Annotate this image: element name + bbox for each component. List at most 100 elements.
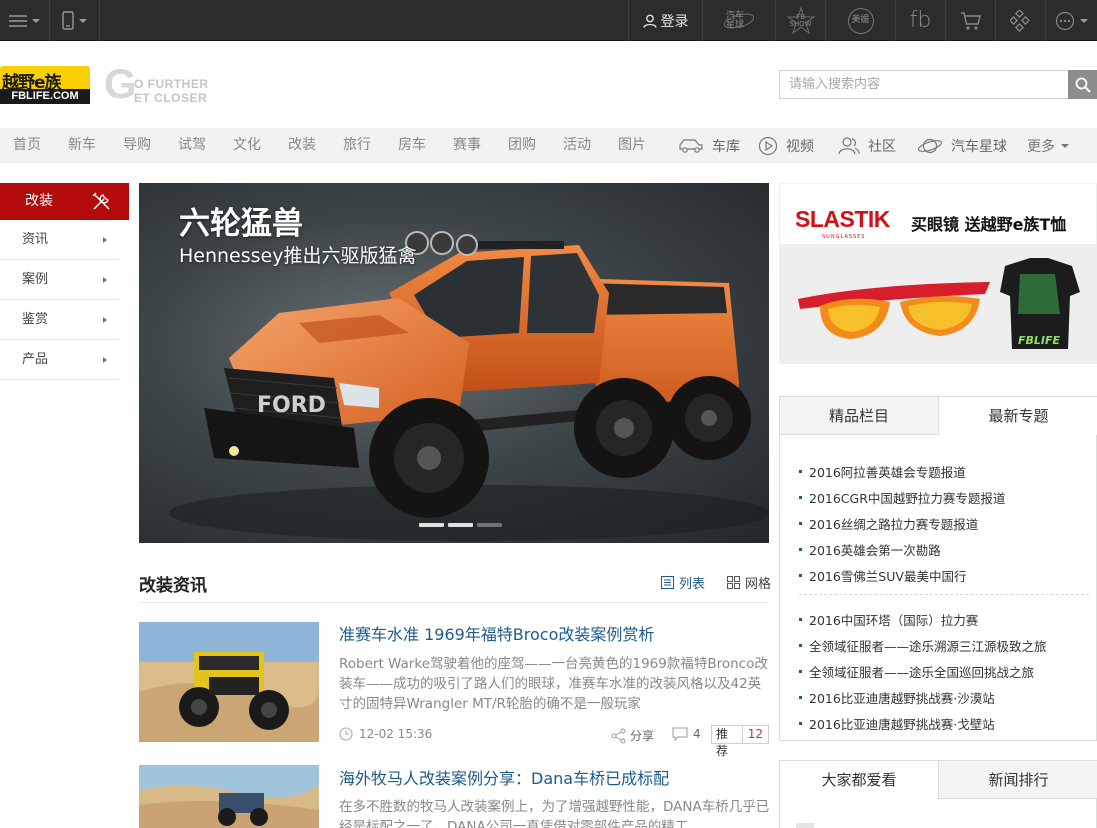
article-thumbnail[interactable] [139,622,319,742]
more-button[interactable] [1045,0,1097,41]
comments-button[interactable]: 4 [672,727,701,741]
chevron-down-icon [1080,18,1088,23]
topic-link[interactable]: 全领域征服者——途乐溯源三江源极致之旅 [799,636,1047,655]
search-button[interactable] [1068,70,1097,99]
nav-item-home[interactable]: 首页 [13,128,41,163]
article-title[interactable]: 海外牧马人改装案例分享：Dana车桥已成标配 [339,765,669,789]
nav-item-travel[interactable]: 旅行 [343,128,371,163]
sidebar-title: 改装 [25,193,53,209]
topic-label: 全领域征服者——途乐全国巡回挑战之旅 [809,665,1035,680]
carousel-dot[interactable] [419,523,444,527]
hero-title[interactable]: 六轮猛兽 [179,198,303,243]
nav-item-guide[interactable]: 导购 [123,128,151,163]
article-summary: Robert Warke驾驶着他的座驾——一台亮黄色的1969款福特Bronco… [339,656,768,712]
fb-show-label-2: SHOW [789,19,812,28]
topic-link[interactable]: 2016比亚迪唐越野挑战赛·戈壁站 [799,714,995,733]
topic-link[interactable]: 2016中国环塔（国际）拉力赛 [799,610,978,629]
fb-show-link[interactable]: FB SHOW [775,0,825,41]
topic-divider [799,594,1089,595]
sidebar-item-products[interactable]: 产品 [0,340,119,380]
play-icon [758,136,778,155]
article-thumbnail[interactable] [139,765,319,828]
main-nav: 首页 新车 导购 试驾 文化 改装 旅行 房车 赛事 团购 活动 图片 车库 视… [0,128,1097,163]
clock-icon [339,727,353,741]
carousel-dot[interactable] [448,523,473,527]
topic-link[interactable]: 2016阿拉善英雄会专题报道 [799,462,966,481]
login-button[interactable]: 登录 [628,0,702,41]
share-button[interactable]: 分享 [611,727,654,744]
sidebar-item-label: 鉴赏 [22,312,49,327]
topic-link[interactable]: 全领域征服者——途乐全国巡回挑战之旅 [799,662,1034,681]
nav-more-dropdown[interactable]: 更多 [1027,128,1069,163]
nav-item-group-buy[interactable]: 团购 [508,128,536,163]
nav-item-test-drive[interactable]: 试驾 [178,128,206,163]
hero-truck-logo: FORD [257,393,326,418]
topic-link[interactable]: 2016雪佛兰SUV最美中国行 [799,566,966,585]
menu-icon [9,14,27,27]
ranking-panel: 大家都爱看 新闻排行 [779,760,1097,828]
topic-label: 2016中国环塔（国际）拉力赛 [809,613,979,628]
article-title[interactable]: 准赛车水准 1969年福特Broco改装案例赏析 [339,621,654,645]
hero-subtitle[interactable]: Hennessey推出六驱版猛禽 [179,241,416,268]
users-icon [838,136,860,154]
grid-icon [727,576,740,589]
article-time: 12-02 15:36 [339,727,432,741]
cart-button[interactable] [945,0,995,41]
menu-button[interactable] [0,0,50,41]
ad-banner[interactable]: SLASTIK SUNGLASSES 买眼镜 送越野e族T恤 FBLIFE [779,183,1097,364]
tab-featured-columns[interactable]: 精品栏目 [780,397,939,435]
sidebar-item-news[interactable]: 资讯 [0,220,119,260]
apps-button[interactable] [995,0,1045,41]
nav-item-modify[interactable]: 改装 [288,128,316,163]
topic-link[interactable]: 2016英雄会第一次勘路 [799,540,941,559]
nav-item-activity[interactable]: 活动 [563,128,591,163]
recommend-count: 12 [747,727,763,741]
topic-link[interactable]: 2016CGR中国越野拉力赛专题报道 [799,488,1005,507]
beauty-link[interactable]: 美媛 [825,0,895,41]
search-input[interactable] [779,70,1068,99]
sidebar-item-appreciation[interactable]: 鉴赏 [0,300,119,340]
nav-item-car-planet-label: 汽车星球 [951,138,1007,155]
topic-link[interactable]: 2016丝绸之路拉力赛专题报道 [799,514,978,533]
nav-item-rv[interactable]: 房车 [398,128,426,163]
bullet-icon [799,496,802,499]
beauty-label: 美媛 [851,15,870,25]
sidebar-item-cases[interactable]: 案例 [0,260,119,300]
fb-link[interactable]: fb [895,0,945,41]
nav-item-new-car[interactable]: 新车 [68,128,96,163]
site-logo[interactable]: 越野e族 FBLIFE.COM [0,66,90,104]
search-icon [1075,77,1091,93]
chevron-down-icon [32,18,40,23]
article-meta: 12-02 15:36 分享 4 推荐 12 [339,725,769,758]
nav-item-community-label: 社区 [868,138,896,155]
shirt-text: FBLIFE [1018,334,1061,347]
car-planet-link[interactable]: 汽车 星球 [702,0,775,41]
view-list-toggle[interactable]: 列表 [661,573,705,592]
carousel-dot[interactable] [477,523,502,527]
chevron-right-icon [103,277,107,283]
tab-latest-topics[interactable]: 最新专题 [939,397,1097,435]
nav-item-garage[interactable]: 车库 [678,128,740,163]
nav-item-photo[interactable]: 图片 [618,128,646,163]
nav-item-culture[interactable]: 文化 [233,128,261,163]
mobile-button[interactable] [50,0,100,41]
topic-link[interactable]: 2016比亚迪唐越野挑战赛·沙漠站 [799,688,995,707]
slogan-line-1: O FURTHER [134,77,209,91]
tab-news-ranking[interactable]: 新闻排行 [939,761,1097,799]
bullet-icon [799,722,802,725]
hero-carousel[interactable]: FORD 六轮猛兽 Hennessey推出六驱版猛禽 [139,183,769,543]
nav-item-race[interactable]: 赛事 [453,128,481,163]
article-time-label: 12-02 15:36 [359,727,433,741]
nav-item-community[interactable]: 社区 [838,128,896,163]
nav-item-video[interactable]: 视频 [758,128,814,163]
nav-more-label: 更多 [1027,138,1055,155]
view-grid-toggle[interactable]: 网格 [727,573,771,592]
nav-item-car-planet[interactable]: 汽车星球 [917,128,1007,163]
tab-popular[interactable]: 大家都爱看 [780,761,939,799]
section-title: 改装资讯 [139,576,207,596]
article-2-image [139,765,319,828]
bullet-icon [799,470,802,473]
bullet-icon [799,574,802,577]
recommend-button[interactable]: 推荐 12 [711,725,769,758]
sidebar-header: 改装 [0,183,129,220]
